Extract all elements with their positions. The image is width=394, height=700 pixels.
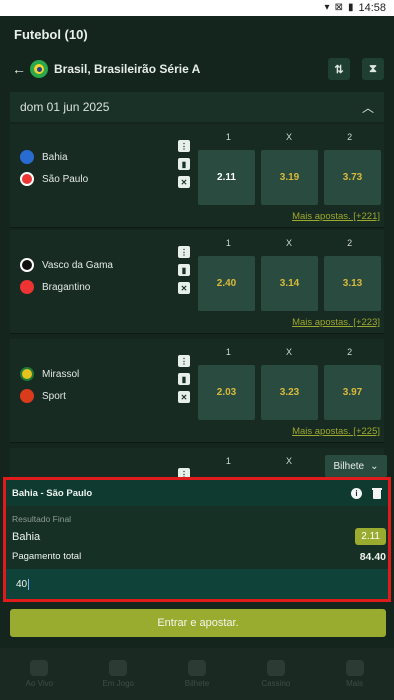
betslip-odd-badge: 2.11 <box>355 528 386 545</box>
nav-item-casino[interactable]: Cassino <box>236 648 315 700</box>
stats-icon[interactable]: ▮ <box>178 264 190 276</box>
team-crest-icon <box>20 258 34 272</box>
nav-item-live[interactable]: Ao Vivo <box>0 648 79 700</box>
match-icons: ⋮ ▮ ✕ <box>178 355 190 403</box>
brazil-flag-icon <box>30 60 48 78</box>
cards-icon <box>266 660 285 676</box>
away-team: Bragantino <box>20 280 90 294</box>
place-bet-button[interactable]: Entrar e apostar. <box>10 609 386 637</box>
more-bets-link[interactable]: Mais apostas. [+225] <box>292 426 380 437</box>
date-section-header[interactable]: dom 01 jun 2025 ︿ <box>10 92 384 122</box>
team-crest-icon <box>20 150 34 164</box>
team-crest-icon <box>20 172 34 186</box>
ticket-icon <box>187 660 206 676</box>
chevron-up-icon: ︿ <box>361 100 374 115</box>
stats-icon[interactable]: ▮ <box>178 158 190 170</box>
match-icons: ⋮ ▮ ✕ <box>178 140 190 188</box>
no-signal-icon: ⊠ <box>334 2 343 13</box>
sort-button[interactable]: ⇅ <box>328 58 350 80</box>
odds-buttons: 2.40 3.14 3.13 <box>198 256 381 311</box>
nav-item-ingame[interactable]: Em Jogo <box>79 648 158 700</box>
trash-icon[interactable] <box>372 487 382 499</box>
team-crest-icon <box>20 280 34 294</box>
bell-off-icon[interactable]: ✕ <box>178 282 190 294</box>
away-team: São Paulo <box>20 172 88 186</box>
league-header: ← Brasil, Brasileirão Série A ⇅ ⧗ <box>0 52 394 86</box>
status-time: 14:58 <box>358 2 386 14</box>
match-icons: ⋮ ▮ ✕ <box>178 246 190 294</box>
betslip-match: Bahia - São Paulo <box>12 487 93 499</box>
more-bets-link[interactable]: Mais apostas. [+221] <box>292 211 380 222</box>
odd-home-button[interactable]: 2.03 <box>198 365 255 420</box>
odd-away-button[interactable]: 3.13 <box>324 256 381 311</box>
nav-item-betslip[interactable]: Bilhete <box>158 648 237 700</box>
odd-away-button[interactable]: 3.97 <box>324 365 381 420</box>
scoreboard-icon: ⋮ <box>178 246 190 258</box>
betslip-total: Pagamento total 84.40 <box>12 551 386 563</box>
status-bar: ▾ ⊠ ▮ 14:58 <box>0 0 394 16</box>
scoreboard-icon: ⋮ <box>178 355 190 367</box>
nav-item-more[interactable]: Mais <box>315 648 394 700</box>
total-payout: 84.40 <box>359 551 386 563</box>
stats-icon[interactable]: ▮ <box>178 373 190 385</box>
chevron-down-icon: ⌄ <box>370 460 379 472</box>
battery-icon: ▮ <box>347 2 354 13</box>
odd-draw-button[interactable]: 3.23 <box>261 365 318 420</box>
team-crest-icon <box>20 367 34 381</box>
more-bets-link[interactable]: Mais apostas. [+223] <box>292 317 380 328</box>
match-row: Vasco da Gama Bragantino ⋮ ▮ ✕ 1X2 2.40 … <box>10 230 384 334</box>
stake-input[interactable]: 40 <box>6 569 388 599</box>
bell-off-icon[interactable]: ✕ <box>178 176 190 188</box>
date-label: dom 01 jun 2025 <box>20 100 110 114</box>
odd-draw-button[interactable]: 3.19 <box>261 150 318 205</box>
betslip-toggle-button[interactable]: Bilhete ⌄ <box>325 455 387 477</box>
odds-buttons: 2.11 3.19 3.73 <box>198 150 381 205</box>
away-team: Sport <box>20 389 66 403</box>
wifi-icon: ▾ <box>324 2 330 13</box>
betslip-market: Resultado Final <box>12 514 72 524</box>
live-icon <box>30 660 49 676</box>
bottom-nav: Ao Vivo Em Jogo Bilhete Cassino Mais <box>0 648 394 700</box>
betslip-header: Bahia - São Paulo i <box>6 480 388 506</box>
info-icon[interactable]: i <box>351 487 362 499</box>
home-team: Mirassol <box>20 367 79 381</box>
filter-button[interactable]: ⧗ <box>362 58 384 80</box>
scoreboard-icon: ⋮ <box>178 140 190 152</box>
team-crest-icon <box>20 389 34 403</box>
page-title: Futebol (10) <box>14 26 88 42</box>
betslip-panel: Bahia - São Paulo i Resultado Final Bahi… <box>3 477 391 602</box>
odd-draw-button[interactable]: 3.14 <box>261 256 318 311</box>
league-name: Brasil, Brasileirão Série A <box>54 62 201 76</box>
match-row: Bahia São Paulo ⋮ ▮ ✕ 1X2 2.11 3.19 3.73… <box>10 124 384 228</box>
odds-header: 1X2 <box>225 238 353 248</box>
bell-off-icon[interactable]: ✕ <box>178 391 190 403</box>
home-team: Vasco da Gama <box>20 258 113 272</box>
ball-icon <box>109 660 128 676</box>
odd-home-button[interactable]: 2.40 <box>198 256 255 311</box>
odds-header: 1X2 <box>225 132 353 142</box>
odds-buttons: 2.03 3.23 3.97 <box>198 365 381 420</box>
betslip-selection: Bahia 2.11 <box>6 524 388 545</box>
home-team: Bahia <box>20 150 68 164</box>
odds-header: 1X2 <box>225 347 353 357</box>
back-arrow-icon[interactable]: ← <box>12 61 26 77</box>
match-row: Mirassol Sport ⋮ ▮ ✕ 1X2 2.03 3.23 3.97 … <box>10 339 384 443</box>
odd-home-button[interactable]: 2.11 <box>198 150 255 205</box>
odd-away-button[interactable]: 3.73 <box>324 150 381 205</box>
menu-icon <box>345 660 364 676</box>
